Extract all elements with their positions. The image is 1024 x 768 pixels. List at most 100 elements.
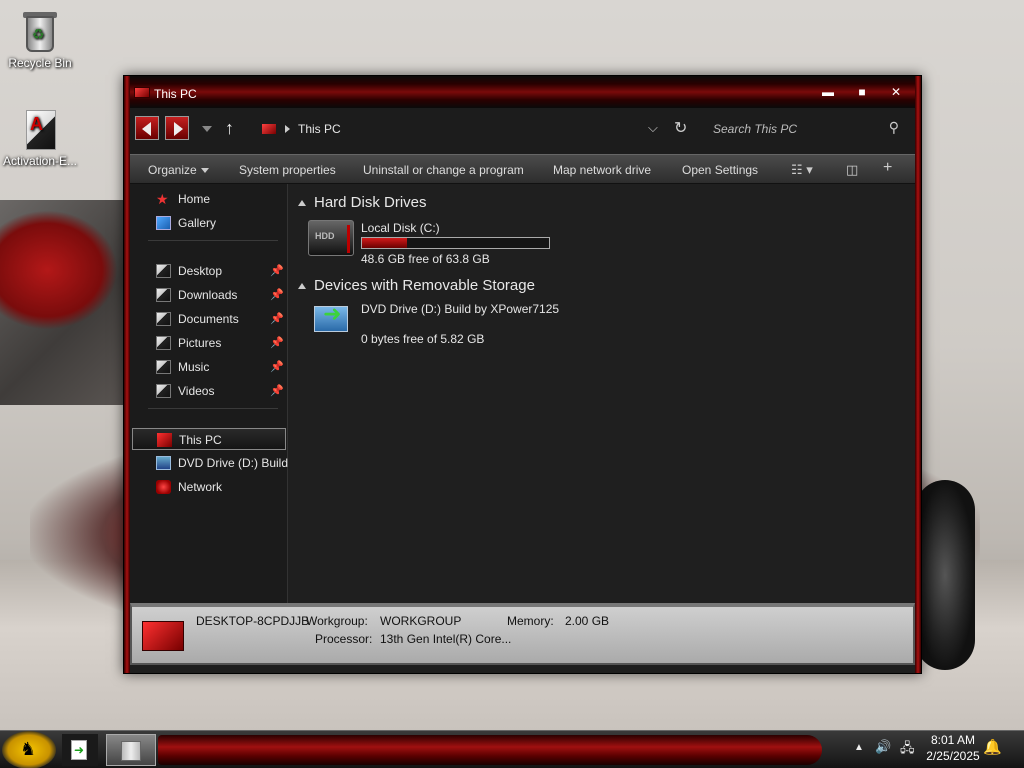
nav-item-dvd-drive[interactable]: DVD Drive (D:) Build [132, 452, 289, 474]
pin-icon[interactable]: 📌 [270, 288, 284, 301]
chevron-down-icon [200, 168, 209, 174]
taskbar-app-explorer[interactable] [106, 734, 156, 766]
breadcrumb-this-pc[interactable]: This PC [298, 122, 341, 136]
ferrari-logo-icon: ♞ [20, 739, 37, 759]
show-hidden-icons-chevron-icon[interactable]: ▲ [854, 742, 864, 753]
nav-item-gallery[interactable]: Gallery [132, 212, 286, 234]
forward-button[interactable] [165, 116, 189, 140]
open-settings-button[interactable]: Open Settings [682, 163, 758, 177]
dvd-drive-icon: ➜ [314, 301, 348, 332]
group-header-removable-storage[interactable]: Devices with Removable Storage [298, 277, 535, 294]
nav-item-videos[interactable]: Videos 📌 [132, 380, 286, 402]
drive-usage-bar [361, 237, 550, 249]
title-bar[interactable]: This PC ▬ ■ ✕ [124, 76, 921, 108]
add-icon[interactable]: + [883, 159, 892, 177]
preview-pane-icon[interactable]: ◫ [846, 162, 858, 178]
nav-label: Music [178, 360, 210, 374]
memory-label: Memory: [507, 614, 554, 628]
pin-icon[interactable]: 📌 [270, 336, 284, 349]
breadcrumb-separator-icon[interactable] [285, 125, 290, 133]
nav-item-documents[interactable]: Documents 📌 [132, 308, 286, 330]
desktop-icon-activation[interactable]: A Activation-E... [0, 108, 80, 168]
recent-locations-dropdown[interactable] [202, 126, 212, 132]
nav-item-network[interactable]: Network [132, 476, 286, 498]
system-properties-button[interactable]: System properties [239, 163, 336, 177]
refresh-icon[interactable]: ↻ [674, 118, 687, 138]
drive-name: DVD Drive (D:) Build by XPower7125 [361, 302, 560, 316]
nav-label: DVD Drive (D:) Build [178, 456, 289, 470]
window-frame-right [915, 76, 921, 673]
pin-icon[interactable]: 📌 [270, 384, 284, 397]
map-network-drive-button[interactable]: Map network drive [553, 163, 651, 177]
maximize-button[interactable]: ■ [852, 85, 872, 99]
drive-name: Local Disk (C:) [361, 221, 440, 235]
nav-item-downloads[interactable]: Downloads 📌 [132, 284, 286, 306]
pin-icon[interactable]: 📌 [270, 264, 284, 277]
explorer-window: This PC ▬ ■ ✕ ↑ This PC ⌵ ↻ Search This … [123, 75, 922, 674]
gallery-icon [156, 216, 171, 230]
close-button[interactable]: ✕ [886, 85, 906, 99]
minimize-button[interactable]: ▬ [818, 85, 838, 99]
this-pc-icon [262, 124, 276, 134]
window-frame-left [124, 76, 130, 673]
drive-item-dvd-d[interactable]: ➜ DVD Drive (D:) Build by XPower7125 0 b… [308, 301, 568, 352]
recycle-bin-icon: ♻ [20, 10, 60, 54]
computer-icon [142, 621, 184, 651]
navigation-pane: ★ Home Gallery Desktop 📌 Downloads 📌 Doc… [130, 184, 288, 605]
hard-disk-icon: HDD [308, 220, 354, 256]
pictures-folder-icon [156, 336, 171, 350]
notifications-bell-icon[interactable]: 🔔 [983, 738, 1002, 756]
nav-item-home[interactable]: ★ Home [132, 188, 286, 210]
drive-free-space: 0 bytes free of 5.82 GB [361, 332, 485, 346]
nav-item-desktop[interactable]: Desktop 📌 [132, 260, 286, 282]
drive-item-local-disk-c[interactable]: HDD Local Disk (C:) 48.6 GB free of 63.8… [308, 220, 568, 270]
volume-icon[interactable]: 🔊 [875, 739, 891, 755]
this-pc-icon [157, 433, 172, 447]
desktop-icon-recycle-bin[interactable]: ♻ Recycle Bin [0, 10, 80, 70]
up-arrow-icon[interactable]: ↑ [225, 118, 234, 139]
nav-item-pictures[interactable]: Pictures 📌 [132, 332, 286, 354]
processor-label: Processor: [315, 632, 373, 646]
uninstall-program-button[interactable]: Uninstall or change a program [363, 163, 524, 177]
activation-file-icon: A [20, 108, 60, 152]
pin-icon[interactable]: 📌 [270, 360, 284, 373]
nav-label: Documents [178, 312, 239, 326]
workgroup-label: Workgroup: [306, 614, 368, 628]
back-button[interactable] [135, 116, 159, 140]
taskbar-app-run[interactable]: ➜ [62, 734, 98, 766]
music-folder-icon [156, 360, 171, 374]
nav-label: Home [178, 192, 211, 206]
desktop-icon-label: Activation-E... [2, 154, 78, 168]
group-title: Hard Disk Drives [314, 194, 427, 211]
clock-time: 8:01 AM [930, 733, 976, 747]
search-icon[interactable]: ⚲ [889, 119, 899, 136]
view-options-icon[interactable]: ☷ ▾ [791, 162, 813, 178]
nav-label: Gallery [178, 216, 217, 230]
nav-label: This PC [179, 433, 222, 447]
search-box[interactable]: Search This PC ⚲ [705, 116, 905, 142]
drive-usage-fill [362, 238, 407, 248]
nav-label: Desktop [178, 264, 223, 278]
organize-button[interactable]: Organize [148, 163, 209, 177]
network-status-icon[interactable]: 🖧 [900, 739, 915, 761]
search-input[interactable]: Search This PC [713, 122, 797, 136]
downloads-folder-icon [156, 288, 171, 302]
address-dropdown-icon[interactable]: ⌵ [648, 120, 658, 136]
nav-item-music[interactable]: Music 📌 [132, 356, 286, 378]
group-title: Devices with Removable Storage [314, 277, 535, 294]
pin-icon[interactable]: 📌 [270, 312, 284, 325]
network-icon [156, 480, 171, 494]
clock[interactable]: 8:01 AM 2/25/2025 [918, 732, 988, 764]
organize-label: Organize [148, 163, 197, 177]
this-pc-icon [134, 87, 150, 98]
collapse-icon [298, 200, 306, 207]
nav-label: Pictures [178, 336, 222, 350]
start-button[interactable]: ♞ [2, 731, 56, 768]
command-bar: Organize System properties Uninstall or … [130, 154, 915, 184]
desktop-icon-label: Recycle Bin [8, 56, 72, 70]
nav-item-this-pc[interactable]: This PC [132, 428, 286, 450]
nav-label: Downloads [178, 288, 238, 302]
back-arrow-icon [142, 122, 151, 136]
group-header-hard-disk-drives[interactable]: Hard Disk Drives [298, 194, 427, 211]
run-icon: ➜ [71, 740, 87, 760]
